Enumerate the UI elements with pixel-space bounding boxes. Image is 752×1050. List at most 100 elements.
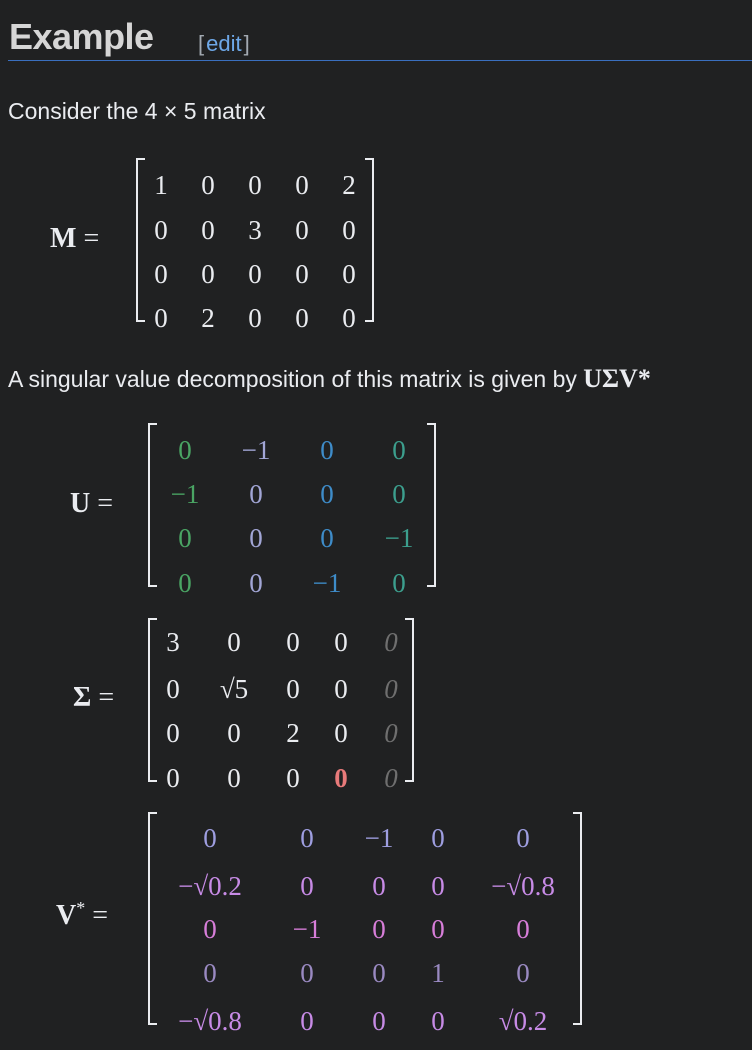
- matrix-cell: −√0.8: [178, 1006, 242, 1036]
- matrix-cell: 0: [201, 259, 215, 289]
- matrix-cell: 0: [431, 914, 445, 944]
- matrix-cell: 0: [295, 215, 309, 245]
- conjugate-transpose-mark: *: [76, 898, 86, 918]
- matrix-v-symbol: V: [56, 900, 77, 931]
- matrix-cell: 0: [372, 1006, 386, 1036]
- matrix-cell: 0: [178, 435, 192, 465]
- matrix-cell: 0: [178, 523, 192, 553]
- matrix-m: 1 0 0 0 2 0 0 3 0 0 0 0 0 0 0 0 2 0 0 0: [136, 158, 374, 333]
- matrix-cell: 0: [342, 303, 356, 333]
- matrix-cell: 0: [295, 170, 309, 200]
- matrix-cell: 0: [248, 259, 262, 289]
- section-title: Example: [9, 16, 154, 57]
- edit-section: [edit]: [198, 31, 250, 57]
- matrix-cell: 0: [516, 914, 530, 944]
- matrix-cell: 0: [178, 568, 192, 598]
- section-heading: Example [edit]: [8, 10, 752, 61]
- matrix-sigma: 3 0 0 0 0 0 √5 0 0 0 0 0 2 0 0 0 0 0 0 0: [148, 618, 414, 793]
- left-bracket: [136, 158, 145, 322]
- matrix-cell: −1: [385, 523, 414, 553]
- matrix-cell: 0: [300, 958, 314, 988]
- matrix-cell: 0: [392, 568, 406, 598]
- matrix-cell: 0: [249, 479, 263, 509]
- matrix-cell: 0: [334, 674, 348, 704]
- matrix-cell: 0: [166, 718, 180, 748]
- matrix-cell: √0.2: [499, 1006, 548, 1036]
- matrix-cell: 0: [286, 763, 300, 793]
- matrix-cell: 0: [227, 763, 241, 793]
- matrix-cell: 0: [334, 763, 348, 793]
- right-bracket: [405, 618, 414, 782]
- matrix-cell: 0: [295, 259, 309, 289]
- matrix-cell: −1: [293, 914, 322, 944]
- matrix-u-label: U =: [70, 488, 114, 519]
- matrix-cell: 0: [334, 627, 348, 657]
- left-bracket: [148, 618, 157, 782]
- edit-link[interactable]: edit: [206, 31, 241, 56]
- edit-bracket-open: [: [198, 31, 205, 56]
- matrix-cell: 0: [320, 479, 334, 509]
- matrix-sigma-label: Σ =: [73, 682, 115, 713]
- matrix-cell: 0: [154, 259, 168, 289]
- matrix-cell: √5: [220, 674, 248, 704]
- matrix-cell: 3: [248, 215, 262, 245]
- matrix-cell: 0: [431, 823, 445, 853]
- matrix-cell: 0: [320, 523, 334, 553]
- matrix-cell: −1: [313, 568, 342, 598]
- matrix-cell: −√0.8: [491, 871, 555, 901]
- right-bracket: [573, 812, 582, 1025]
- matrix-cell: 0: [248, 303, 262, 333]
- matrix-cell: 2: [286, 718, 300, 748]
- matrix-m-symbol: M: [50, 223, 77, 254]
- matrix-cell: −1: [365, 823, 394, 853]
- matrix-u: 0 −1 0 0 −1 0 0 0 0 0 0 −1 0 0 −1 0: [148, 423, 436, 598]
- matrix-cell: 0: [286, 674, 300, 704]
- matrix-cell: 0: [300, 823, 314, 853]
- edit-bracket-close: ]: [243, 31, 250, 56]
- right-bracket: [365, 158, 374, 322]
- matrix-cell: 0: [203, 823, 217, 853]
- matrix-cell: 0: [516, 958, 530, 988]
- matrix-cell: 0: [431, 871, 445, 901]
- matrix-v-star: 0 0 −1 0 0 −√0.2 0 0 0 −√0.8 0 −1 0 0 0 0 0 0 1 0 −√0.8 0 0 0 √0…: [148, 812, 582, 1036]
- decomposition-text: A singular value decomposition of this m…: [8, 366, 584, 392]
- matrix-cell: 0: [295, 303, 309, 333]
- matrix-cell: 0: [372, 914, 386, 944]
- matrix-cell: 0: [154, 215, 168, 245]
- matrix-sigma-symbol: Σ: [73, 682, 92, 713]
- matrix-cell: 2: [201, 303, 215, 333]
- matrix-cell: 0: [384, 627, 398, 657]
- matrix-cell: 0: [384, 674, 398, 704]
- left-bracket: [148, 812, 157, 1025]
- matrix-cell: 0: [248, 170, 262, 200]
- matrix-cell: 0: [372, 871, 386, 901]
- matrix-cell: 0: [154, 303, 168, 333]
- right-bracket: [427, 423, 436, 587]
- matrix-cell: 1: [431, 958, 445, 988]
- matrix-cell: 0: [201, 215, 215, 245]
- matrix-cell: 0: [384, 763, 398, 793]
- matrix-cell: 0: [334, 718, 348, 748]
- matrix-cell: −√0.2: [178, 871, 242, 901]
- matrix-cell: 0: [392, 479, 406, 509]
- matrix-cell: 0: [384, 718, 398, 748]
- matrix-cell: 0: [249, 568, 263, 598]
- matrix-cell: 0: [201, 170, 215, 200]
- matrix-cell: 0: [203, 958, 217, 988]
- decomposition-symbol: UΣV*: [583, 364, 651, 393]
- matrix-cell: 0: [392, 435, 406, 465]
- matrix-cell: 0: [431, 1006, 445, 1036]
- matrix-cell: 0: [166, 763, 180, 793]
- matrix-cell: 0: [342, 215, 356, 245]
- matrix-cell: 0: [320, 435, 334, 465]
- matrix-cell: 0: [286, 627, 300, 657]
- matrix-cell: 0: [249, 523, 263, 553]
- matrix-v-label: V* =: [56, 898, 109, 931]
- matrix-cell: 0: [342, 259, 356, 289]
- matrix-cell: −1: [171, 479, 200, 509]
- matrix-cell: 0: [300, 871, 314, 901]
- matrix-cell: 2: [342, 170, 356, 200]
- matrix-cell: 3: [166, 627, 180, 657]
- decomposition-paragraph: A singular value decomposition of this m…: [8, 364, 651, 394]
- matrix-cell: 1: [154, 170, 168, 200]
